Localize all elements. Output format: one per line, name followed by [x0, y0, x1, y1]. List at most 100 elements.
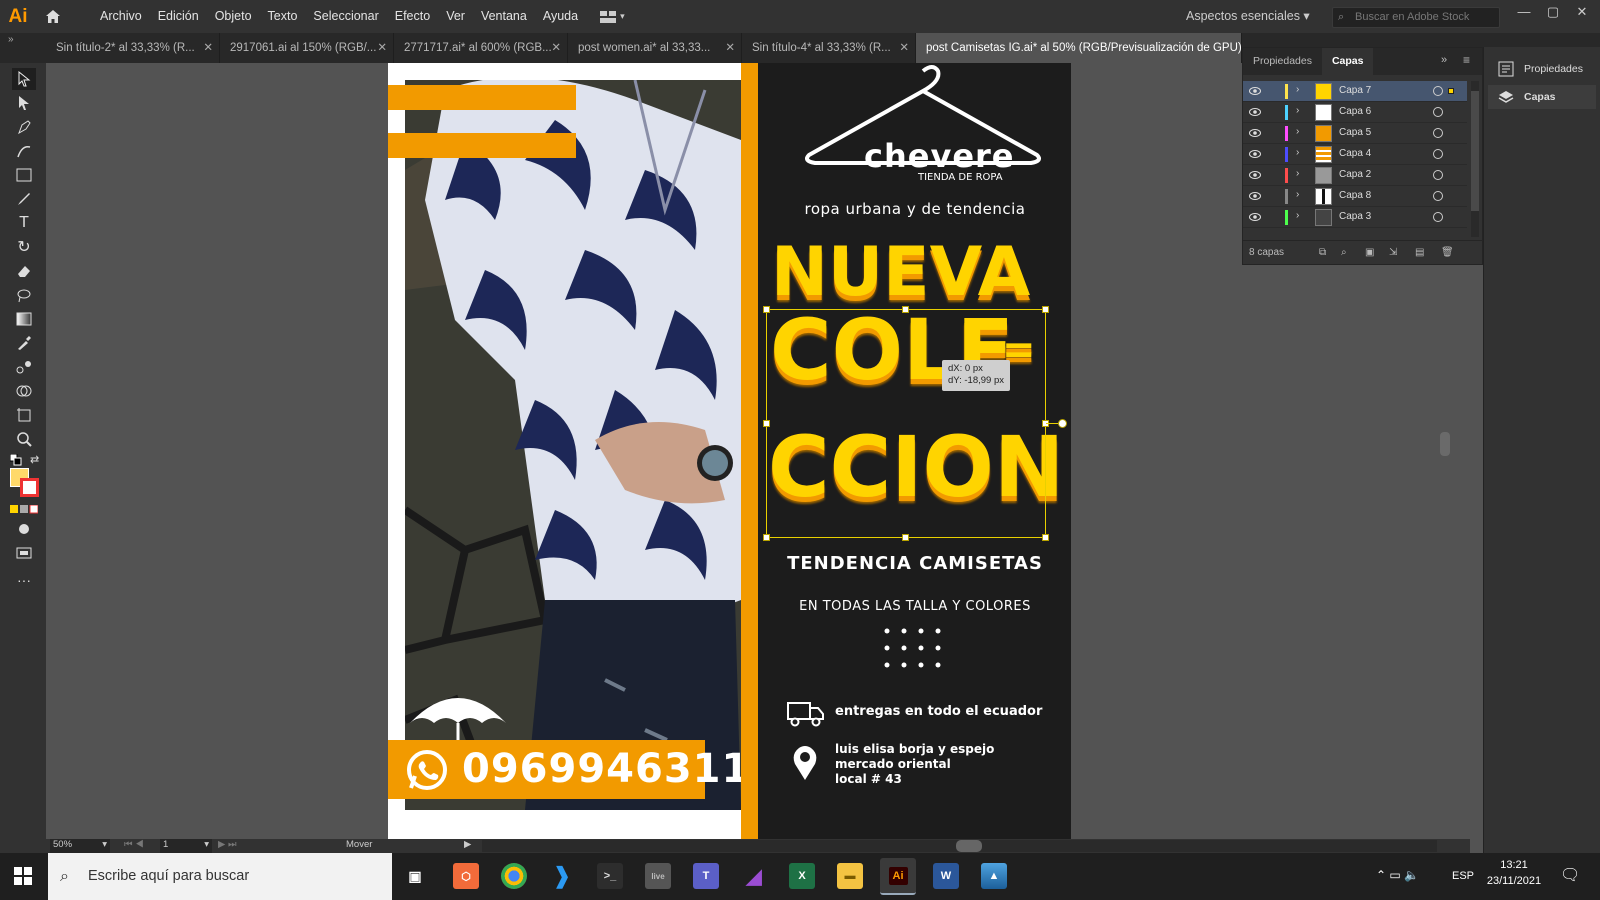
layer-row-capa-2[interactable]: › Capa 2	[1243, 165, 1467, 186]
expand-chevron-icon[interactable]: ›	[1296, 210, 1299, 221]
orange-stripe-second[interactable]	[388, 133, 576, 158]
layer-row-capa-5[interactable]: › Capa 5	[1243, 123, 1467, 144]
layers-scrollbar-thumb[interactable]	[1471, 91, 1479, 211]
artboard-nav-first-icon[interactable]: ⏮ ◀	[124, 839, 144, 850]
tab-2917061[interactable]: 2917061.ai al 150% (RGB/... ✕	[220, 33, 394, 63]
expand-chevron-icon[interactable]: ›	[1296, 105, 1299, 116]
close-tab-icon[interactable]: ✕	[551, 33, 561, 63]
screen-mode-icon[interactable]	[12, 542, 36, 564]
layer-row-capa-7[interactable]: › Capa 7	[1243, 81, 1467, 102]
new-layer-icon[interactable]: ▤	[1415, 241, 1424, 265]
shape-builder-tool-icon[interactable]	[12, 380, 36, 402]
stroke-color-swatch[interactable]	[20, 478, 39, 497]
layers-scrollbar[interactable]	[1471, 81, 1479, 237]
orange-vertical-bar[interactable]	[741, 63, 758, 839]
tab-sin-titulo-4[interactable]: Sin título-4* al 33,33% (R... ✕	[742, 33, 916, 63]
input-language[interactable]: ESP	[1452, 870, 1474, 882]
clock[interactable]: 13:21 23/11/2021	[1486, 859, 1542, 887]
type-tool-icon[interactable]: T	[12, 212, 36, 234]
stock-search-input[interactable]: ⌕ Buscar en Adobe Stock	[1332, 7, 1500, 28]
close-tab-icon[interactable]: ✕	[725, 33, 735, 63]
eyedropper-tool-icon[interactable]	[12, 332, 36, 354]
menu-efecto[interactable]: Efecto	[387, 0, 438, 33]
layer-name[interactable]: Capa 5	[1339, 127, 1371, 138]
visual-studio-icon[interactable]: ◢	[741, 863, 767, 889]
expand-chevron-icon[interactable]: ›	[1296, 84, 1299, 95]
visibility-eye-icon[interactable]	[1249, 127, 1261, 139]
locate-object-icon[interactable]: ⌕	[1341, 241, 1347, 265]
maximize-icon[interactable]: ▢	[1541, 4, 1565, 24]
layer-row-capa-4[interactable]: › Capa 4	[1243, 144, 1467, 165]
paintbrush-tool-icon[interactable]	[12, 188, 36, 210]
workspace-switcher[interactable]: Aspectos esenciales ▾	[1186, 8, 1310, 23]
minimize-icon[interactable]: —	[1512, 4, 1536, 24]
resize-handle-bottom-left[interactable]	[763, 534, 770, 541]
menu-ver[interactable]: Ver	[438, 0, 473, 33]
zoom-tool-icon[interactable]	[12, 428, 36, 450]
visibility-eye-icon[interactable]	[1249, 148, 1261, 160]
resize-handle-bottom[interactable]	[902, 534, 909, 541]
draw-mode-icon[interactable]	[12, 518, 36, 540]
close-tab-icon[interactable]: ✕	[899, 33, 909, 63]
menu-ventana[interactable]: Ventana	[473, 0, 535, 33]
expand-chevron-icon[interactable]: ›	[1296, 147, 1299, 158]
resize-handle-top-right[interactable]	[1042, 306, 1049, 313]
menu-archivo[interactable]: Archivo	[92, 0, 150, 33]
resize-handle-bottom-right[interactable]	[1042, 534, 1049, 541]
tab-post-camisetas[interactable]: post Camisetas IG.ai* al 50% (RGB/Previs…	[916, 33, 1242, 63]
layer-name[interactable]: Capa 2	[1339, 169, 1371, 180]
tab-2771717[interactable]: 2771717.ai* al 600% (RGB... ✕	[394, 33, 568, 63]
visibility-eye-icon[interactable]	[1249, 85, 1261, 97]
excel-icon[interactable]: X	[789, 863, 815, 889]
layer-target-icon[interactable]	[1433, 191, 1443, 201]
status-menu-icon[interactable]: ▶	[464, 839, 471, 850]
expand-chevron-icon[interactable]: ›	[1296, 189, 1299, 200]
word-icon[interactable]: W	[933, 863, 959, 889]
phone-banner[interactable]: 0969946311	[388, 740, 749, 799]
app-icon-orange[interactable]: ⬡	[453, 863, 479, 889]
orange-stripe-top[interactable]	[388, 85, 576, 110]
tab-propiedades[interactable]: Propiedades	[1243, 48, 1322, 75]
layer-row-capa-3[interactable]: › Capa 3	[1243, 207, 1467, 228]
vscode-icon[interactable]: ❱	[549, 863, 575, 889]
layer-target-icon[interactable]	[1433, 149, 1443, 159]
teams-icon[interactable]: T	[693, 863, 719, 889]
lasso-tool-icon[interactable]	[12, 284, 36, 306]
visibility-eye-icon[interactable]	[1249, 106, 1261, 118]
close-tab-icon[interactable]: ✕	[203, 33, 213, 63]
visibility-eye-icon[interactable]	[1249, 169, 1261, 181]
export-layer-icon[interactable]: ⧉	[1319, 241, 1326, 265]
visibility-eye-icon[interactable]	[1249, 211, 1261, 223]
home-icon[interactable]	[36, 0, 70, 33]
gradient-tool-icon[interactable]	[12, 308, 36, 330]
windows-start-icon[interactable]	[14, 867, 32, 888]
layer-target-icon[interactable]	[1433, 86, 1443, 96]
tab-sin-titulo-2[interactable]: Sin título-2* al 33,33% (R... ✕	[46, 33, 220, 63]
live-app-icon[interactable]: live	[645, 863, 671, 889]
default-colors-icon[interactable]	[9, 453, 22, 469]
close-icon[interactable]: ✕	[1570, 4, 1594, 24]
curvature-tool-icon[interactable]	[12, 140, 36, 162]
expand-chevron-icon[interactable]: ›	[1296, 126, 1299, 137]
layer-name[interactable]: Capa 6	[1339, 106, 1371, 117]
chrome-icon[interactable]	[501, 863, 527, 889]
arrange-documents-icon[interactable]: ▾	[600, 10, 625, 23]
resize-handle-left[interactable]	[763, 420, 770, 427]
task-view-icon[interactable]: ▣	[402, 863, 428, 889]
notifications-icon[interactable]: 🗨	[1560, 865, 1580, 885]
layer-target-icon[interactable]	[1433, 212, 1443, 222]
selection-indicator[interactable]	[1448, 88, 1454, 94]
layer-name[interactable]: Capa 7	[1339, 85, 1371, 96]
layer-target-icon[interactable]	[1433, 128, 1443, 138]
layer-target-icon[interactable]	[1433, 170, 1443, 180]
illustrator-taskbar-button[interactable]: Ai	[880, 858, 916, 895]
panel-menu-icon[interactable]: ≡	[1463, 53, 1470, 67]
menu-edicion[interactable]: Edición	[150, 0, 207, 33]
layer-name[interactable]: Capa 4	[1339, 148, 1371, 159]
rotate-handle[interactable]	[1058, 419, 1067, 428]
canvas-vertical-scroll-thumb[interactable]	[1440, 432, 1450, 456]
close-tab-icon[interactable]: ✕	[377, 33, 387, 63]
color-mode-icons[interactable]	[10, 503, 39, 517]
rotate-tool-icon[interactable]: ↻	[12, 236, 36, 258]
artboard-nav-last-icon[interactable]: ▶ ⏭	[218, 839, 237, 850]
